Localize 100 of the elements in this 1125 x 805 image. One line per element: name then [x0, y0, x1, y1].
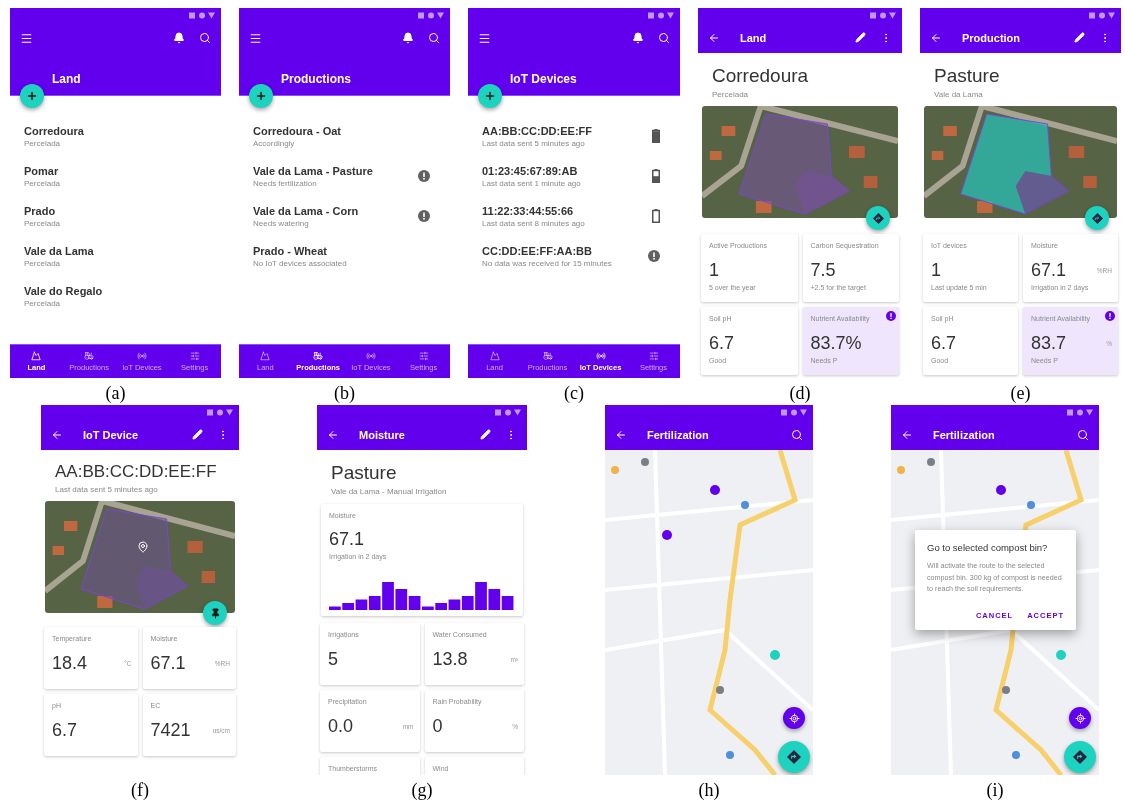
- list-item-subtitle: Accordingly: [253, 138, 296, 148]
- pushpin-icon: [209, 607, 221, 619]
- list-item-subtitle: Last data sent 1 minute ago: [482, 178, 582, 188]
- stat-value: 6.7: [709, 333, 735, 354]
- list-item-subtitle: Percelada: [24, 258, 62, 268]
- figure-caption: (a): [105, 382, 126, 404]
- status-icons: [189, 11, 215, 19]
- figure-caption: (h): [698, 779, 720, 801]
- detail-subheading: Last data sent 5 minutes ago: [54, 484, 159, 494]
- menu-icon[interactable]: [478, 31, 491, 45]
- stat-value: 67.1: [329, 529, 366, 550]
- screen-title: Production: [962, 31, 1021, 44]
- search-icon[interactable]: [791, 428, 803, 441]
- list-item-title[interactable]: Vale do Regalo: [24, 284, 201, 297]
- list-item-subtitle: No data was received for 15 minutes: [482, 258, 613, 268]
- list-item-title[interactable]: Prado: [24, 204, 201, 217]
- bell-icon[interactable]: [402, 32, 414, 44]
- back-icon[interactable]: [615, 428, 627, 441]
- status-icons: [418, 11, 444, 19]
- back-icon[interactable]: [51, 428, 63, 441]
- pin-button[interactable]: [203, 601, 227, 625]
- list-item-title[interactable]: CC:DD:EE:FF:AA:BB: [482, 244, 648, 257]
- page-title: Productions: [280, 72, 352, 86]
- stat-value: 5: [328, 649, 338, 670]
- list-item-subtitle: Last data sent 5 minutes ago: [482, 138, 586, 148]
- figure-caption: (d): [789, 382, 811, 404]
- back-icon[interactable]: [930, 31, 942, 44]
- status-icons: [207, 408, 233, 416]
- figure-caption: (b): [334, 382, 355, 404]
- edit-icon[interactable]: [855, 32, 866, 43]
- bell-icon[interactable]: [632, 32, 644, 44]
- stat-value: 7421: [150, 720, 191, 741]
- broadcast-icon: [136, 351, 147, 361]
- list-item-subtitle: Needs fertilization: [253, 178, 318, 188]
- menu-icon[interactable]: [20, 31, 33, 45]
- list-item-title[interactable]: AA:BB:CC:DD:EE:FF: [482, 124, 652, 137]
- menu-icon[interactable]: [249, 31, 262, 45]
- directions-icon: [1073, 750, 1087, 764]
- directions-button[interactable]: [866, 206, 890, 230]
- list-item-title[interactable]: Corredoura: [24, 124, 201, 137]
- mountain-icon: [489, 351, 500, 361]
- detail-heading: Corredoura: [711, 64, 810, 87]
- stat-value: 18.4: [52, 653, 88, 674]
- directions-icon: [787, 750, 801, 764]
- list-item-title[interactable]: Prado - Wheat: [253, 244, 430, 257]
- detail-subheading: Vale da Lama: [933, 89, 984, 99]
- directions-icon: [872, 212, 884, 224]
- mountain-icon: [260, 351, 271, 361]
- bell-icon[interactable]: [173, 32, 185, 44]
- search-icon[interactable]: [1077, 428, 1089, 441]
- plus-icon: [26, 90, 38, 102]
- sliders-icon: [648, 351, 659, 361]
- list-item-title[interactable]: Vale da Lama: [24, 244, 201, 257]
- directions-icon: [1091, 212, 1103, 224]
- stat-value: 67.1: [1031, 260, 1067, 281]
- status-icons: [1067, 408, 1093, 416]
- stat-value: 83.7%: [810, 333, 862, 354]
- figure-caption: (i): [986, 779, 1004, 801]
- add-button[interactable]: [249, 84, 273, 108]
- list-item-title[interactable]: 01:23:45:67:89:AB: [482, 164, 652, 177]
- status-icons: [495, 408, 521, 416]
- back-icon[interactable]: [327, 428, 339, 441]
- list-item-subtitle: Percelada: [24, 178, 62, 188]
- sliders-icon: [418, 351, 429, 361]
- screen-title: Land: [740, 31, 767, 44]
- search-icon[interactable]: [658, 32, 670, 44]
- edit-icon[interactable]: [1074, 32, 1085, 43]
- back-icon[interactable]: [901, 428, 913, 441]
- add-button[interactable]: [478, 84, 502, 108]
- stat-value: 83.7: [1031, 333, 1067, 354]
- stat-value: 0.0: [328, 716, 354, 737]
- stat-value: 1: [931, 260, 941, 281]
- broadcast-icon: [365, 351, 376, 361]
- list-item-title[interactable]: Vale da Lama - Corn: [253, 204, 418, 217]
- add-button[interactable]: [20, 84, 44, 108]
- list-item-title[interactable]: Pomar: [24, 164, 201, 177]
- mountain-icon: [31, 351, 42, 361]
- sliders-icon: [189, 351, 200, 361]
- back-icon[interactable]: [708, 31, 720, 44]
- stat-value: 1: [709, 260, 719, 281]
- detail-subheading: Percelada: [711, 89, 750, 99]
- list-item-title[interactable]: Corredoura - Oat: [253, 124, 430, 137]
- figure-caption: (g): [411, 779, 433, 801]
- status-icons: [1089, 11, 1115, 19]
- directions-button[interactable]: [1085, 206, 1109, 230]
- page-title: IoT Devices: [509, 72, 578, 86]
- edit-icon[interactable]: [480, 429, 491, 440]
- edit-icon[interactable]: [192, 429, 203, 440]
- list-item-title[interactable]: Vale da Lama - Pasture: [253, 164, 418, 177]
- stat-value: 67.1: [150, 653, 186, 674]
- broadcast-icon: [595, 351, 606, 361]
- plus-icon: [255, 90, 267, 102]
- search-icon[interactable]: [199, 32, 211, 44]
- list-item-subtitle: Needs watering: [253, 218, 310, 228]
- list-item-title[interactable]: 11:22:33:44:55:66: [482, 204, 652, 217]
- screen-title: Moisture: [359, 428, 405, 441]
- list-item-subtitle: Percelada: [24, 298, 62, 308]
- search-icon[interactable]: [428, 32, 440, 44]
- status-icons: [870, 11, 896, 19]
- screen-title: Fertilization: [933, 428, 995, 441]
